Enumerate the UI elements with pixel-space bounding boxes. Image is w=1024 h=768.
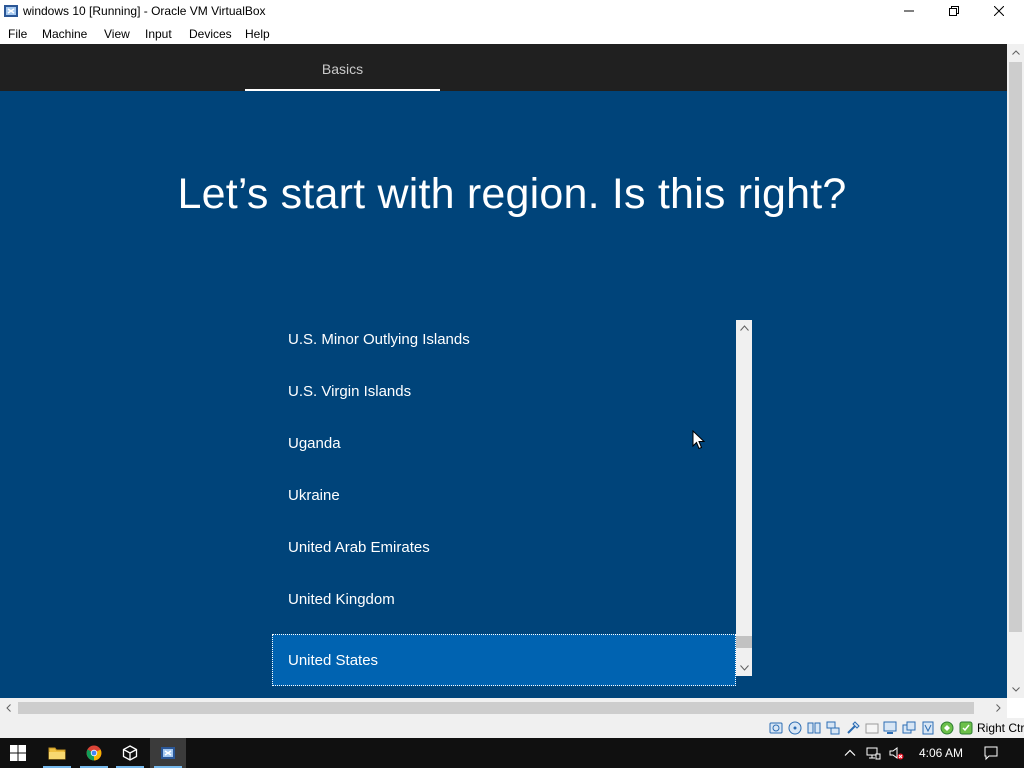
region-item-label: United States (288, 652, 379, 669)
maximize-button[interactable] (931, 0, 977, 22)
chevron-up-icon (739, 325, 749, 331)
minimize-icon (904, 10, 914, 12)
chrome-icon (86, 745, 102, 761)
show-hidden-icons-icon[interactable] (842, 745, 858, 761)
taskbar-file-explorer[interactable] (39, 738, 75, 768)
video-capture-icon[interactable] (901, 720, 917, 736)
host-key-label: Right Ctrl (977, 721, 1024, 735)
region-list[interactable]: U.S. Minor Outlying Islands U.S. Virgin I… (272, 320, 752, 686)
cpu-icon[interactable] (939, 720, 955, 736)
shared-folders-icon[interactable] (864, 720, 880, 736)
vm-display[interactable]: Basics Let’s start with region. Is this … (0, 44, 1007, 698)
region-item[interactable]: U.S. Virgin Islands (272, 372, 736, 424)
region-item[interactable]: United Arab Emirates (272, 528, 736, 580)
hard-disk-icon[interactable] (768, 720, 784, 736)
file-explorer-icon (48, 747, 66, 760)
region-item[interactable]: Uganda (272, 424, 736, 476)
chevron-down-icon (1011, 687, 1020, 692)
recording-icon[interactable] (920, 720, 936, 736)
virtualbox-app-icon (4, 5, 18, 17)
tab-basics-underline (245, 89, 440, 91)
region-item[interactable]: United Kingdom (272, 580, 736, 632)
volume-muted-icon[interactable] (888, 745, 904, 761)
menu-view[interactable]: View (104, 27, 130, 41)
title-bar[interactable]: windows 10 [Running] - Oracle VM Virtual… (0, 0, 1024, 22)
scroll-down-button[interactable] (736, 660, 752, 676)
menu-devices[interactable]: Devices (189, 27, 232, 41)
chevron-left-icon (6, 703, 11, 712)
region-list-items: U.S. Minor Outlying Islands U.S. Virgin I… (272, 320, 736, 686)
mouse-pointer-icon (692, 430, 706, 450)
region-item[interactable]: Ukraine (272, 476, 736, 528)
close-icon (994, 6, 1004, 16)
minimize-button[interactable] (886, 0, 932, 22)
display-icon[interactable] (882, 720, 898, 736)
region-item-label: U.S. Virgin Islands (288, 383, 412, 400)
region-item-label: Uganda (288, 435, 341, 452)
window-scroll-left-button[interactable] (0, 699, 17, 716)
tab-basics[interactable]: Basics (245, 61, 440, 77)
window-scroll-down-button[interactable] (1007, 681, 1024, 698)
region-item-selected[interactable]: United States (272, 634, 736, 686)
menu-machine[interactable]: Machine (42, 27, 87, 41)
region-item-label: U.S. Minor Outlying Islands (288, 331, 470, 348)
oobe-header: Basics (0, 44, 1007, 91)
usb-icon[interactable] (845, 720, 861, 736)
chevron-right-icon (996, 703, 1001, 712)
taskbar: 4:06 AM (0, 738, 1024, 768)
menu-help[interactable]: Help (245, 27, 270, 41)
screen: windows 10 [Running] - Oracle VM Virtual… (0, 0, 1024, 768)
region-item-label: United Arab Emirates (288, 539, 430, 556)
window-title: windows 10 [Running] - Oracle VM Virtual… (23, 4, 266, 18)
taskbar-chrome[interactable] (76, 738, 112, 768)
vbox-status-bar: Right Ctrl (0, 718, 1024, 738)
region-item[interactable]: U.S. Minor Outlying Islands (272, 320, 736, 372)
window-scroll-up-button[interactable] (1007, 44, 1024, 61)
region-item-label: Ukraine (288, 487, 340, 504)
virtualbox-icon (122, 745, 138, 761)
taskbar-virtualbox[interactable] (112, 738, 148, 768)
network-tray-icon[interactable] (865, 745, 881, 761)
menu-file[interactable]: File (8, 27, 27, 41)
taskbar-virtualbox-vm[interactable] (150, 738, 186, 768)
window-vertical-thumb[interactable] (1009, 62, 1022, 632)
chevron-down-icon (739, 665, 749, 671)
window-horizontal-scrollbar[interactable] (0, 698, 1007, 718)
start-button[interactable] (0, 738, 36, 768)
taskbar-clock[interactable]: 4:06 AM (911, 746, 971, 760)
scroll-thumb[interactable] (736, 635, 752, 648)
chevron-up-icon (1011, 50, 1020, 55)
region-item-label: United Kingdom (288, 591, 395, 608)
close-button[interactable] (976, 0, 1022, 22)
restore-icon (949, 6, 959, 16)
network-icon[interactable] (825, 720, 841, 736)
audio-icon[interactable] (806, 720, 822, 736)
page-title: Let’s start with region. Is this right? (177, 170, 847, 218)
mouse-integration-icon[interactable] (958, 720, 974, 736)
window-vertical-scrollbar[interactable] (1007, 44, 1024, 698)
menu-input[interactable]: Input (145, 27, 172, 41)
action-center-icon[interactable] (983, 745, 999, 761)
region-list-scrollbar[interactable] (736, 320, 752, 676)
start-icon (10, 745, 26, 761)
scroll-up-button[interactable] (736, 320, 752, 336)
window-scroll-right-button[interactable] (990, 699, 1007, 716)
window-horizontal-thumb[interactable] (18, 702, 974, 714)
virtualbox-vm-icon (161, 747, 175, 759)
optical-drive-icon[interactable] (787, 720, 803, 736)
menu-bar: File Machine View Input Devices Help (0, 22, 1024, 44)
